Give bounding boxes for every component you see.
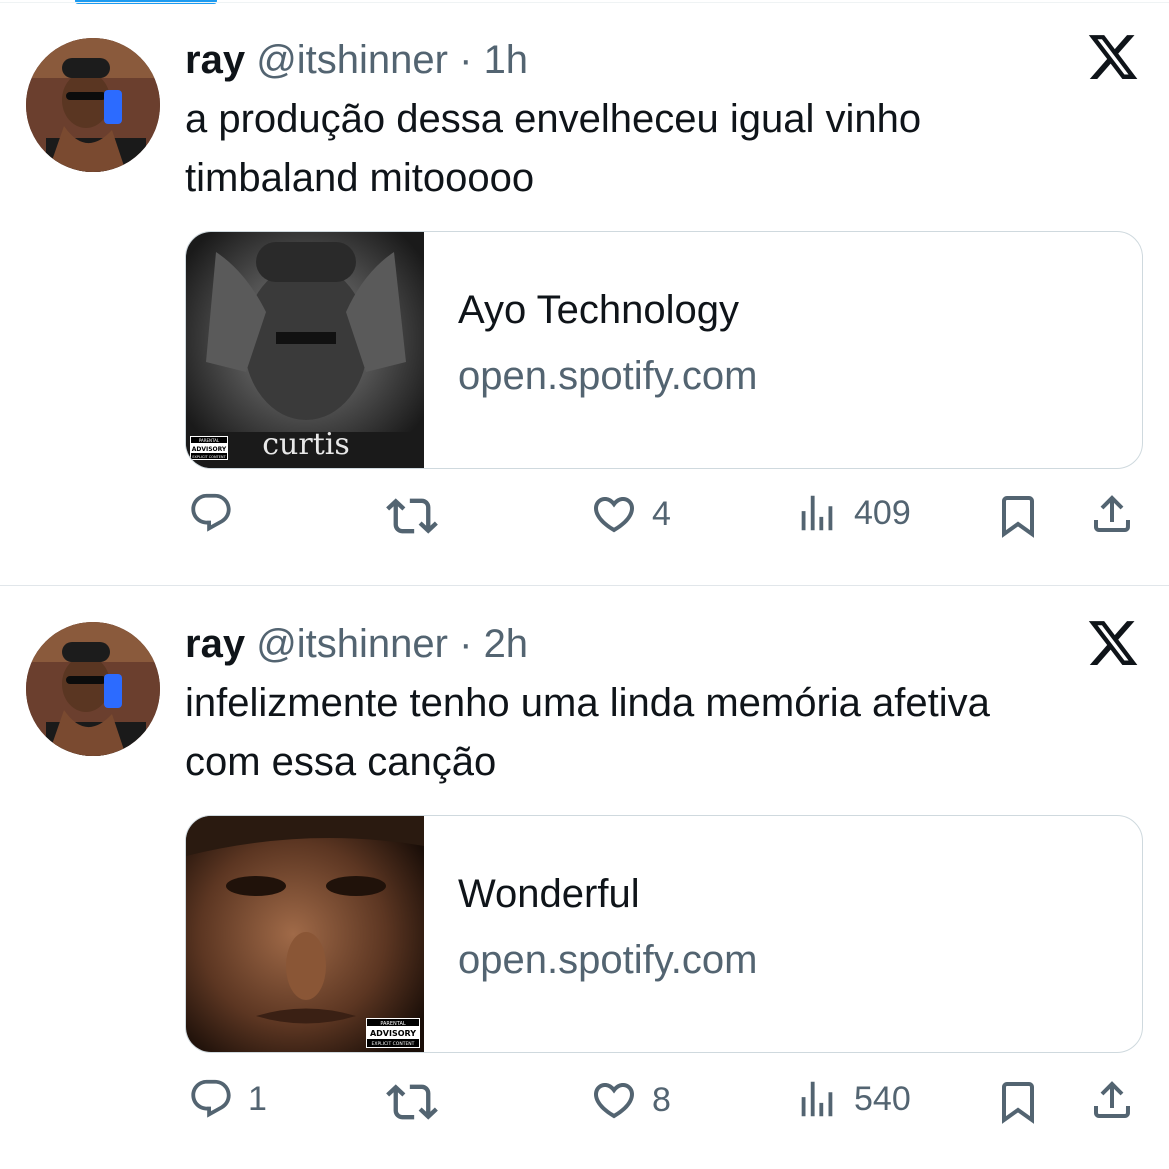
tweet-text: infelizmente tenho uma linda memória afe… xyxy=(185,681,990,784)
bookmark-icon xyxy=(1002,1082,1034,1124)
reply-button[interactable] xyxy=(188,490,248,536)
advisory-top-text: PARENTAL xyxy=(199,438,220,443)
avatar[interactable] xyxy=(26,622,160,756)
timestamp[interactable]: 1h xyxy=(484,38,529,82)
views-icon xyxy=(801,1081,833,1117)
card-title[interactable]: Ayo Technology xyxy=(458,288,739,333)
retweet-icon xyxy=(386,498,438,534)
advisory-bottom-text: EXPLICIT CONTENT xyxy=(372,1041,415,1047)
album-title-text: curtis xyxy=(262,427,350,462)
bookmark-button[interactable] xyxy=(994,492,1042,540)
share-button[interactable] xyxy=(1088,1076,1136,1124)
separator: · xyxy=(459,38,473,82)
share-icon xyxy=(1094,495,1130,532)
reply-icon xyxy=(191,1079,231,1118)
tweet-actions: 4 409 xyxy=(0,490,1169,550)
card-domain[interactable]: open.spotify.com xyxy=(458,938,757,983)
views-button[interactable]: 409 xyxy=(794,490,911,536)
tweet[interactable]: ray @itshinner · 2h infelizmente tenho u… xyxy=(0,586,1169,1169)
bookmark-button[interactable] xyxy=(994,1078,1042,1126)
tweet[interactable]: ray @itshinner · 1h a produção dessa env… xyxy=(0,0,1169,585)
tweet-text: a produção dessa envelheceu igual vinho … xyxy=(185,97,922,200)
author-handle[interactable]: @itshinner xyxy=(256,38,448,82)
like-count: 4 xyxy=(652,494,671,533)
author-handle[interactable]: @itshinner xyxy=(256,622,448,666)
avatar[interactable] xyxy=(26,38,160,172)
share-icon xyxy=(1094,1081,1130,1118)
link-card[interactable]: curtis PARENTAL ADVISORY EXPLICIT CONTEN… xyxy=(185,231,1143,469)
album-cover: PARENTAL ADVISORY EXPLICIT CONTENT xyxy=(186,816,424,1052)
like-button[interactable]: 8 xyxy=(590,1076,671,1124)
separator: · xyxy=(459,622,473,666)
view-count: 409 xyxy=(854,493,911,532)
retweet-icon xyxy=(386,1084,438,1120)
like-icon xyxy=(593,497,635,533)
advisory-bottom-text: EXPLICIT CONTENT xyxy=(192,455,226,459)
retweet-button[interactable] xyxy=(386,1076,438,1128)
reply-icon xyxy=(191,493,231,532)
like-icon xyxy=(593,1083,635,1119)
album-cover: curtis PARENTAL ADVISORY EXPLICIT CONTEN… xyxy=(186,232,424,468)
bookmark-icon xyxy=(1002,496,1034,538)
reply-count: 1 xyxy=(248,1079,267,1118)
author-name[interactable]: ray xyxy=(185,622,245,666)
author-name[interactable]: ray xyxy=(185,38,245,82)
retweet-button[interactable] xyxy=(386,490,438,542)
tweet-actions: 1 8 540 xyxy=(0,1076,1169,1136)
share-button[interactable] xyxy=(1088,490,1136,538)
card-domain[interactable]: open.spotify.com xyxy=(458,354,757,399)
like-button[interactable]: 4 xyxy=(590,490,671,538)
tweet-header: ray @itshinner · 2h xyxy=(185,620,528,668)
reply-button[interactable]: 1 xyxy=(188,1076,267,1122)
x-logo-icon xyxy=(1086,30,1140,84)
like-count: 8 xyxy=(652,1080,671,1119)
advisory-top-text: PARENTAL xyxy=(380,1021,406,1027)
x-logo-icon xyxy=(1086,616,1140,670)
tweet-header: ray @itshinner · 1h xyxy=(185,36,528,84)
view-count: 540 xyxy=(854,1079,911,1118)
card-title[interactable]: Wonderful xyxy=(458,872,640,917)
advisory-main-text: ADVISORY xyxy=(192,446,227,453)
views-button[interactable]: 540 xyxy=(794,1076,911,1122)
link-card[interactable]: PARENTAL ADVISORY EXPLICIT CONTENT Wonde… xyxy=(185,815,1143,1053)
advisory-main-text: ADVISORY xyxy=(370,1029,416,1038)
timestamp[interactable]: 2h xyxy=(484,622,529,666)
views-icon xyxy=(801,495,833,531)
